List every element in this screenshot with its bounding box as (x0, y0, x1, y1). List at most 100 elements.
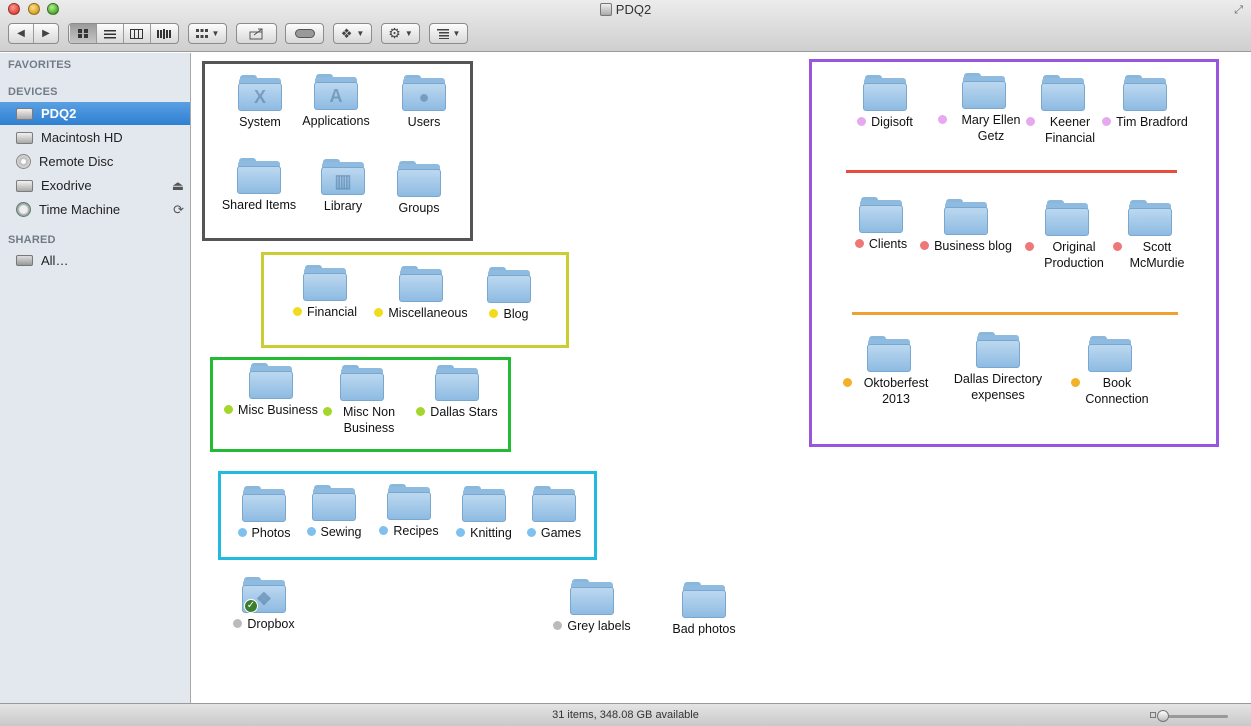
blue-tag-icon (237, 528, 247, 537)
green-tag-icon (416, 407, 426, 416)
folder-bad-photos[interactable]: Bad photos (649, 582, 759, 637)
folder-scott-mcmurdie[interactable]: Scott McMurdie (1095, 200, 1205, 271)
status-text: 31 items, 348.08 GB available (552, 709, 699, 721)
sidebar: FAVORITES DEVICES PDQ2 Macintosh HD Remo… (0, 53, 191, 703)
folder-icon (1123, 75, 1167, 111)
orange-tag-icon (843, 378, 852, 387)
folder-label: Bad photos (672, 622, 736, 636)
check-icon: ✓ (244, 599, 258, 613)
view-mode-control (68, 23, 179, 44)
folder-label: Misc Non Business (342, 405, 396, 435)
folder-games[interactable]: Games (499, 486, 609, 541)
folder-users[interactable]: ● Users (369, 75, 479, 130)
network-icon (16, 255, 33, 266)
gear-icon: ⚙ (388, 25, 401, 41)
sidebar-item-pdq2[interactable]: PDQ2 (0, 102, 190, 125)
arrange-by-icon (436, 28, 449, 39)
folder-icon (1128, 200, 1172, 236)
folder-icon (1041, 75, 1085, 111)
blue-tag-icon (306, 527, 316, 536)
applications-icon: A (329, 86, 343, 106)
list-view-button[interactable] (97, 24, 124, 43)
folder-label: Applications (302, 114, 370, 128)
fullscreen-icon[interactable]: ⤢ (1234, 4, 1243, 17)
folder-label: Oktoberfest 2013 (863, 376, 929, 406)
folder-blog[interactable]: Blog (454, 267, 564, 322)
folder-icon: A (314, 74, 358, 110)
sidebar-item-exodrive[interactable]: Exodrive ⏏ (0, 174, 190, 197)
action-button[interactable]: ⚙ ▼ (381, 23, 420, 44)
folder-dallas-stars[interactable]: Dallas Stars (402, 365, 512, 420)
folder-icon (249, 363, 293, 399)
arrange-button[interactable]: ▼ (188, 23, 227, 44)
cover-flow-icon (157, 28, 171, 39)
sidebar-item-all[interactable]: All… (0, 249, 190, 272)
chevron-down-icon: ▼ (211, 29, 220, 38)
forward-button[interactable]: ▶ (34, 24, 58, 43)
eject-icon[interactable]: ⏏ (172, 178, 184, 194)
drive-icon (599, 3, 612, 16)
red-tag-icon (920, 241, 930, 250)
folder-dropbox[interactable]: ❖ ✓ Dropbox (209, 577, 319, 632)
folder-icon (237, 158, 281, 194)
folder-icon (682, 582, 726, 618)
yellow-tag-icon (292, 307, 302, 316)
icon-size-slider-knob[interactable] (1157, 710, 1169, 722)
sidebar-item-label: All… (41, 253, 69, 268)
folder-label: Business blog (934, 239, 1012, 253)
sidebar-item-label: Remote Disc (39, 154, 114, 169)
folder-label: Grey labels (567, 619, 631, 633)
back-button[interactable]: ◀ (9, 24, 34, 43)
icon-size-slider[interactable] (1162, 715, 1228, 718)
folder-label: Dropbox (247, 617, 295, 631)
cover-flow-button[interactable] (151, 24, 178, 43)
dropbox-menu-button[interactable]: ❖ ▼ (333, 23, 372, 44)
folder-label: Library (323, 199, 363, 213)
yellow-tag-icon (489, 309, 499, 318)
window-title-text: PDQ2 (615, 2, 652, 17)
sidebar-header-shared: SHARED (8, 234, 56, 246)
sidebar-item-label: Exodrive (41, 178, 92, 193)
tags-button[interactable] (285, 23, 324, 44)
folder-oktoberfest-2013[interactable]: Oktoberfest 2013 (834, 336, 944, 407)
sidebar-item-macintosh-hd[interactable]: Macintosh HD (0, 126, 190, 149)
folder-tim-bradford[interactable]: Tim Bradford (1090, 75, 1200, 130)
folder-icon (532, 486, 576, 522)
divider-orange (852, 312, 1178, 315)
folder-icon (387, 484, 431, 520)
drive-icon (16, 107, 33, 120)
sidebar-item-remote-disc[interactable]: Remote Disc (0, 150, 190, 173)
icon-view-button[interactable] (69, 24, 97, 43)
folder-icon (859, 197, 903, 233)
folder-grey-labels[interactable]: Grey labels (537, 579, 647, 634)
folder-misc-non-business[interactable]: Misc Non Business (312, 365, 412, 436)
folder-icon: ❖ ✓ (242, 577, 286, 613)
folder-dallas-directory-expenses[interactable]: Dallas Directory expenses (943, 332, 1053, 403)
chevron-down-icon: ▼ (404, 29, 413, 38)
folder-icon (944, 199, 988, 235)
folder-label: System (239, 115, 281, 129)
folder-label: Clients (868, 237, 908, 251)
folder-financial[interactable]: Financial (270, 265, 380, 320)
sidebar-item-time-machine[interactable]: Time Machine ⟳ (0, 198, 190, 221)
folder-business-blog[interactable]: Business blog (911, 199, 1021, 254)
share-button[interactable] (236, 23, 277, 44)
green-tag-icon (224, 405, 234, 414)
column-view-button[interactable] (124, 24, 151, 43)
folder-groups[interactable]: Groups (364, 161, 474, 216)
hard-drive-icon (16, 131, 33, 144)
gray-tag-icon (233, 619, 243, 628)
purple-tag-icon (1102, 117, 1112, 126)
folder-label: Financial (306, 305, 358, 319)
arrange-by-button[interactable]: ▼ (429, 23, 468, 44)
folder-misc-business[interactable]: Misc Business (216, 363, 326, 418)
folder-digisoft[interactable]: Digisoft (830, 75, 940, 130)
folder-icon (303, 265, 347, 301)
sync-icon[interactable]: ⟳ (173, 202, 184, 218)
red-tag-icon (1025, 242, 1034, 251)
divider-red (846, 170, 1177, 173)
folder-book-connection[interactable]: Book Connection (1055, 336, 1165, 407)
users-icon: ● (418, 87, 430, 107)
status-bar: 31 items, 348.08 GB available (0, 703, 1251, 726)
folder-icon (1088, 336, 1132, 372)
